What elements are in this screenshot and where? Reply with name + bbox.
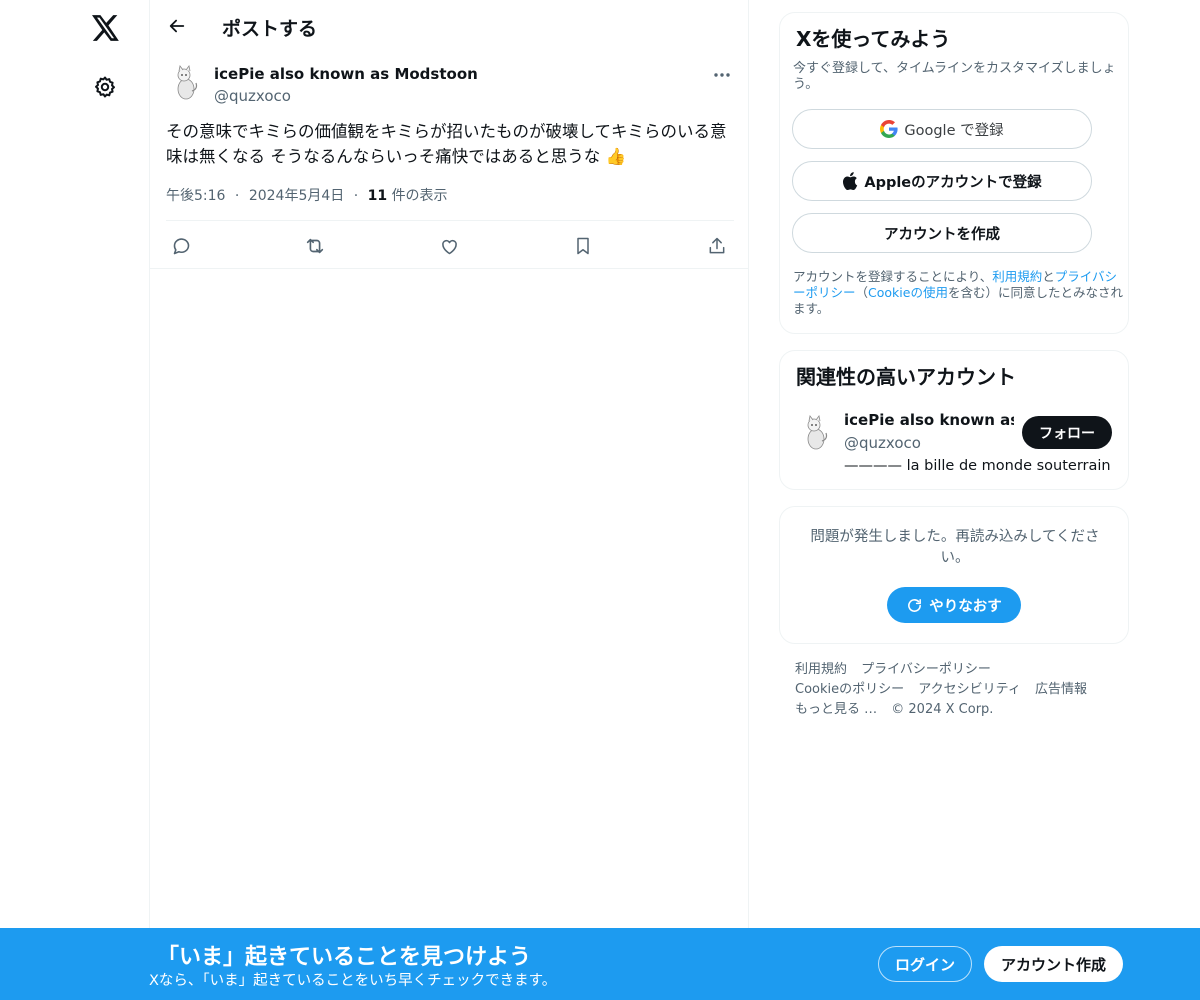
bottom-banner: 「いま」起きていることを見つけよう Xなら、「いま」起きていることをいち早くチェ…	[0, 928, 1200, 1000]
signup-button[interactable]: アカウント作成	[984, 946, 1123, 982]
related-account-handle[interactable]: @quzxoco	[844, 434, 921, 452]
top-bar: ポストする	[150, 0, 749, 53]
legal-notice: アカウントを登録することにより、利用規約とプライバシーポリシー（Cookieの使…	[793, 269, 1123, 317]
banner-subtitle: Xなら、「いま」起きていることをいち早くチェックできます。	[149, 973, 557, 989]
author-name[interactable]: icePie also known as Modstoon	[214, 65, 478, 83]
legal-prefix: アカウントを登録することにより、	[793, 269, 993, 284]
retry-button[interactable]: やりなおす	[887, 587, 1021, 623]
create-account-label: アカウントを作成	[884, 226, 1000, 243]
post-text: その意味でキミらの価値観をキミらが招いたものが破壊してキミらのいる意味は無くなる…	[166, 122, 727, 166]
apple-signup-label: Appleのアカウントで登録	[864, 174, 1042, 191]
related-account-name[interactable]: icePie also known as Modstoon	[844, 411, 1014, 429]
reply-icon[interactable]	[166, 231, 196, 261]
legal-and: と	[1042, 269, 1055, 284]
footer-cookie-link[interactable]: Cookieのポリシー	[795, 682, 904, 697]
more-options-icon[interactable]	[707, 63, 737, 87]
share-icon[interactable]	[702, 231, 732, 261]
gear-icon[interactable]	[88, 70, 122, 104]
x-logo-icon[interactable]	[86, 8, 126, 48]
footer-terms-link[interactable]: 利用規約	[795, 662, 847, 677]
left-navigation	[0, 0, 150, 1000]
apple-signup-button[interactable]: Appleのアカウントで登録	[792, 161, 1092, 201]
banner-title: 「いま」起きていることを見つけよう	[157, 945, 532, 970]
back-arrow-icon[interactable]	[162, 11, 192, 41]
apple-icon	[842, 172, 858, 190]
footer-ads-link[interactable]: 広告情報	[1035, 682, 1087, 697]
google-signup-label: Google で登録	[904, 122, 1004, 139]
legal-open: （	[855, 285, 869, 300]
avatar[interactable]	[796, 411, 836, 451]
footer-links: 利用規約 プライバシーポリシー Cookieのポリシー アクセシビリティ 広告情…	[795, 660, 1115, 720]
copyright: © 2024 X Corp.	[891, 702, 994, 717]
create-account-button[interactable]: アカウントを作成	[792, 213, 1092, 253]
related-account-bio: ———— la bille de monde souterrain	[844, 458, 1111, 474]
refresh-icon	[906, 597, 923, 614]
post-time[interactable]: 午後5:16	[166, 188, 225, 204]
avatar[interactable]	[166, 61, 206, 101]
post-date[interactable]: 2024年5月4日	[249, 188, 344, 204]
signup-card-subtitle: 今すぐ登録して、タイムラインをカスタマイズしましょう。	[793, 61, 1116, 92]
login-button[interactable]: ログイン	[878, 946, 972, 982]
post-meta: 午後5:16 · 2024年5月4日 · 11 件の表示	[166, 185, 448, 205]
main-column: ポストする icePie also known as Modstoon @quz…	[150, 0, 749, 1000]
related-card-title: 関連性の高いアカウント	[796, 365, 1016, 389]
view-label: 件の表示	[391, 188, 448, 204]
meta-separator: ·	[353, 188, 359, 204]
cookie-use-link[interactable]: Cookieの使用	[868, 285, 948, 300]
follow-button[interactable]: フォロー	[1022, 416, 1112, 449]
bookmark-icon[interactable]	[568, 231, 598, 261]
terms-link[interactable]: 利用規約	[992, 269, 1042, 284]
post-actions	[166, 220, 734, 268]
meta-separator: ·	[234, 188, 240, 204]
error-card: 問題が発生しました。再読み込みしてください。 やりなおす	[779, 506, 1129, 644]
footer-more-link[interactable]: もっと見る …	[795, 702, 877, 717]
view-count: 11	[367, 188, 388, 204]
page-title: ポストする	[222, 18, 318, 40]
like-icon[interactable]	[434, 231, 464, 261]
footer-privacy-link[interactable]: プライバシーポリシー	[861, 662, 991, 677]
post: icePie also known as Modstoon @quzxoco そ…	[150, 53, 749, 269]
footer-accessibility-link[interactable]: アクセシビリティ	[918, 682, 1021, 697]
author-handle[interactable]: @quzxoco	[214, 87, 291, 105]
error-message: 問題が発生しました。再読み込みしてください。	[810, 529, 1100, 566]
google-icon	[880, 120, 898, 138]
google-signup-button[interactable]: Google で登録	[792, 109, 1092, 149]
signup-card: Xを使ってみよう 今すぐ登録して、タイムラインをカスタマイズしましょう。 Goo…	[779, 12, 1129, 334]
retry-label: やりなおす	[929, 598, 1002, 615]
related-accounts-card: 関連性の高いアカウント icePie also known as Modstoo…	[779, 350, 1129, 490]
signup-card-title: Xを使ってみよう	[796, 27, 951, 51]
repost-icon[interactable]	[300, 231, 330, 261]
